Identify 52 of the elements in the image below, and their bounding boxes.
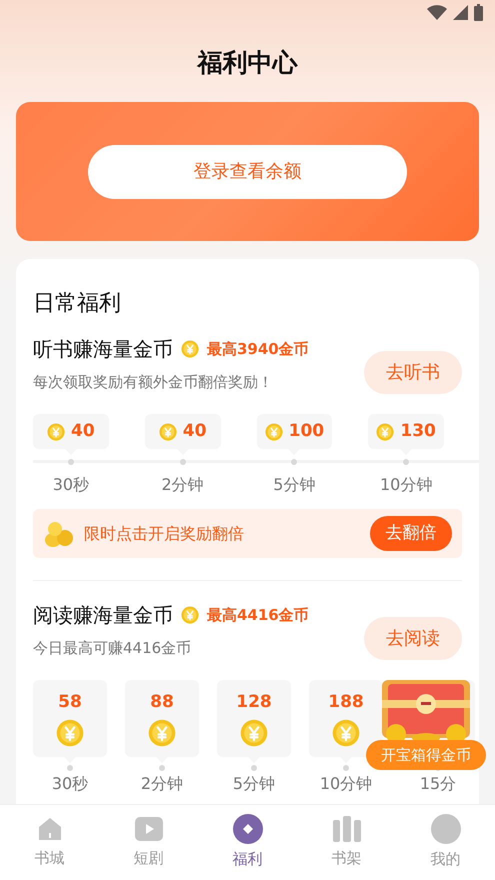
time-label: 30秒 xyxy=(52,474,90,496)
coin-icon xyxy=(181,606,199,624)
coin-icon xyxy=(181,340,199,358)
coin-icon xyxy=(158,422,177,440)
nav-tab[interactable]: 短剧 xyxy=(99,805,198,880)
coin-icon xyxy=(47,422,66,440)
coin-icon xyxy=(240,719,268,748)
page-title: 福利中心 xyxy=(198,47,298,80)
coin-icon xyxy=(264,422,283,440)
reward-amount: 100 xyxy=(288,420,324,443)
time-label: 15分 xyxy=(420,774,456,794)
time-label: 5分钟 xyxy=(232,774,276,794)
reward-amount: 188 xyxy=(328,690,364,714)
coin-icon xyxy=(376,422,394,440)
time-label: 10分钟 xyxy=(320,774,372,794)
coin-icon xyxy=(332,719,360,748)
reward-amount: 128 xyxy=(236,690,272,714)
time-label: 2分钟 xyxy=(160,474,205,496)
task-subtitle: 每次领取奖励有额外金币翻倍奖励！ xyxy=(33,372,274,393)
reward-amount: 40 xyxy=(71,420,95,443)
task-title: 阅读赚海量金币 xyxy=(33,602,173,629)
nav-tab[interactable]: 书架 xyxy=(297,805,396,880)
login-button[interactable]: 登录查看余额 xyxy=(88,144,407,198)
task-subtitle: 今日最高可赚4416金币 xyxy=(33,638,192,659)
double-reward-button[interactable]: 去翻倍 xyxy=(370,516,452,551)
nav-tab[interactable]: 我的 xyxy=(396,805,495,880)
battery-icon xyxy=(474,4,483,20)
promo-text: 限时点击开启奖励翻倍 xyxy=(84,522,245,544)
coin-stack-icon xyxy=(43,520,75,548)
reward-amount: 40 xyxy=(182,420,206,443)
time-label: 5分钟 xyxy=(272,474,316,496)
task-button[interactable]: 去听书 xyxy=(364,351,462,394)
reward-amount: 130 xyxy=(400,420,436,443)
max-reward: 最高3940金币 xyxy=(207,338,309,360)
books-icon xyxy=(332,815,362,844)
task-button[interactable]: 去阅读 xyxy=(364,617,462,660)
task-title: 听书赚海量金币 xyxy=(33,336,173,363)
nav-tab[interactable]: 书城 xyxy=(0,805,99,880)
reward-amount: 88 xyxy=(150,690,174,714)
coin-icon xyxy=(56,719,84,748)
profile-icon xyxy=(430,814,460,844)
max-reward: 最高4416金币 xyxy=(207,604,309,626)
time-label: 30秒 xyxy=(52,774,88,794)
signal-icon xyxy=(453,4,468,20)
reward-amount: 58 xyxy=(58,690,82,714)
time-label: 10分钟 xyxy=(378,474,434,496)
section-heading: 日常福利 xyxy=(33,290,122,318)
nav-tab[interactable]: 福利 xyxy=(198,805,297,880)
time-label: 2分钟 xyxy=(140,774,184,794)
wifi-icon xyxy=(427,4,447,20)
coin-icon xyxy=(148,719,176,748)
play-icon xyxy=(134,815,164,844)
